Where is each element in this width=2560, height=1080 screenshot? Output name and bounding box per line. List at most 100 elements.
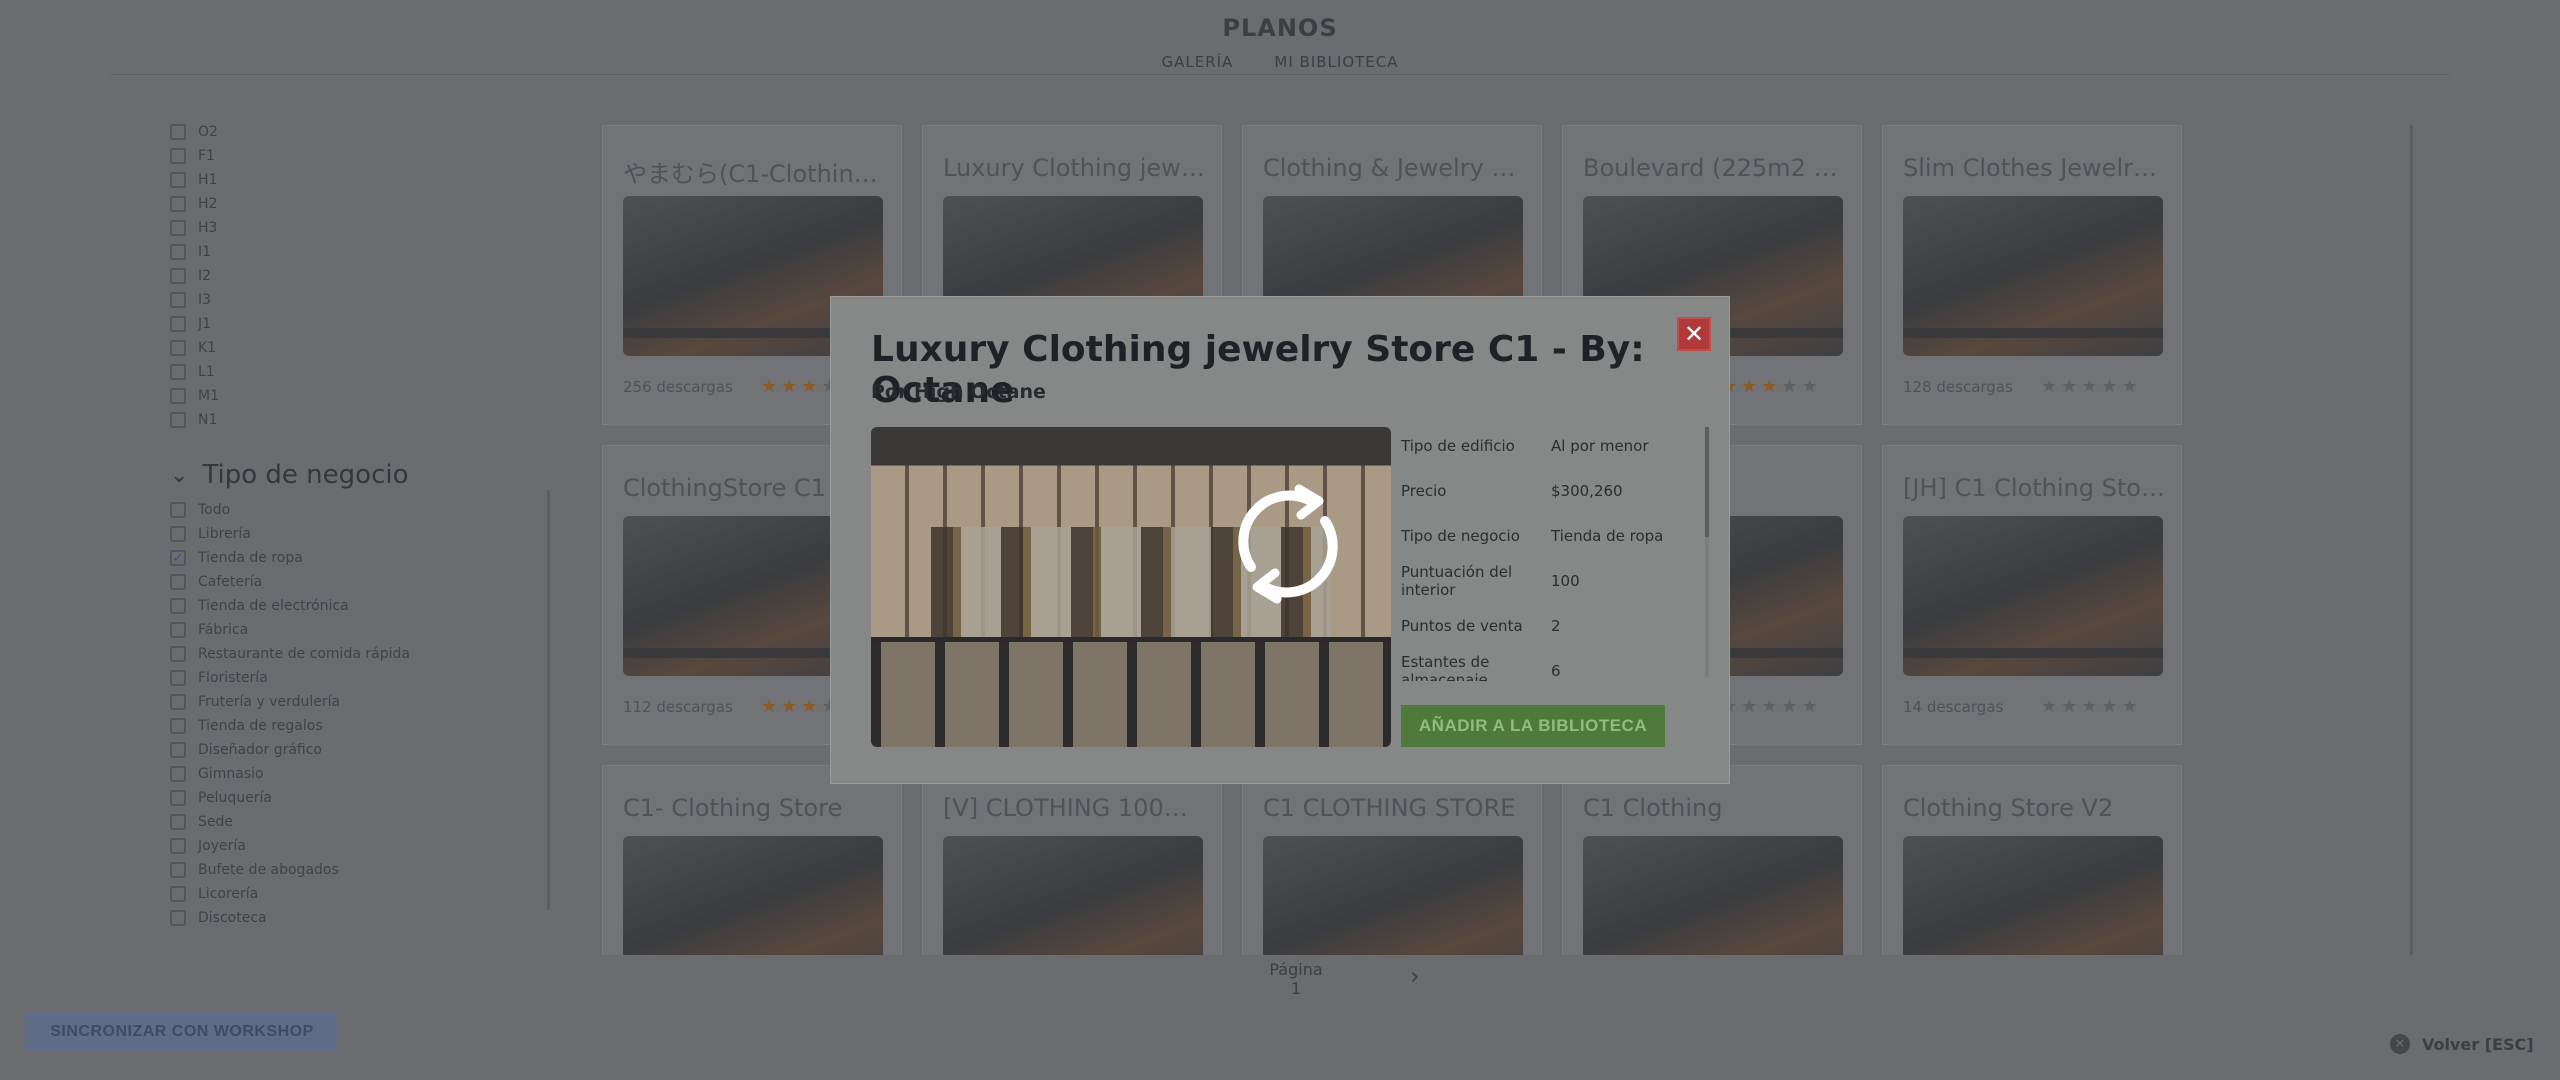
card-title: Luxury Clothing jewelry Store C1 [943,154,1205,182]
filter-label: Todo [198,502,231,518]
modal-author: Por High Octane [871,381,1046,403]
checkbox[interactable] [170,148,186,164]
checkbox[interactable] [170,364,186,380]
add-to-library-button[interactable]: AÑADIR A LA BIBLIOTECA [1401,705,1665,747]
location-filter-item[interactable]: H1 [170,168,550,192]
checkbox[interactable] [170,340,186,356]
location-filter-item[interactable]: O2 [170,120,550,144]
sidebar-scrollbar[interactable] [547,490,550,910]
blueprint-card[interactable]: [JH] C1 Clothing Store 14 descargas ★★★★★ [1882,445,2182,745]
business-filter-item[interactable]: Floristería [170,666,550,690]
business-type-section-header[interactable]: ⌄ Tipo de negocio [170,460,550,490]
checkbox[interactable] [170,598,186,614]
checkbox[interactable] [170,862,186,878]
business-filter-item[interactable]: Cafetería [170,570,550,594]
filter-label: Discoteca [198,910,267,926]
star-icon: ★ [2121,376,2142,397]
location-filter-item[interactable]: I1 [170,240,550,264]
scrollbar-thumb[interactable] [1705,427,1709,537]
checkbox[interactable] [170,886,186,902]
checkbox[interactable] [170,742,186,758]
checkbox[interactable] [170,316,186,332]
filter-label: Librería [198,526,251,542]
checkbox[interactable] [170,790,186,806]
location-filter-item[interactable]: J1 [170,312,550,336]
location-filter-item[interactable]: H2 [170,192,550,216]
checkbox[interactable] [170,220,186,236]
card-title: Clothing Store V2 [1903,794,2114,822]
business-filter-item[interactable]: Joyería [170,834,550,858]
star-icon: ★ [1741,376,1762,397]
business-filter-item[interactable]: Peluquería [170,786,550,810]
business-filter-item[interactable]: Librería [170,522,550,546]
checkbox[interactable] [170,388,186,404]
business-filter-item[interactable]: Restaurante de comida rápida [170,642,550,666]
properties-scrollbar[interactable] [1705,427,1709,677]
checkbox[interactable] [170,910,186,926]
checkbox[interactable] [170,814,186,830]
checkbox[interactable] [170,574,186,590]
star-icon: ★ [1801,376,1822,397]
checkbox[interactable] [170,268,186,284]
checkbox[interactable] [170,292,186,308]
next-page-chevron-icon[interactable]: › [1410,962,1420,990]
blueprint-card[interactable]: Clothing Store V2★★★★★ [1882,765,2182,955]
grid-scrollbar[interactable] [2410,125,2413,955]
checkbox[interactable] [170,718,186,734]
chevron-down-icon: ⌄ [170,462,189,488]
location-filter-item[interactable]: M1 [170,384,550,408]
blueprint-card[interactable]: C1 CLOTHING STORE★★★★★ [1242,765,1542,955]
business-filter-item[interactable]: Diseñador gráfico [170,738,550,762]
blueprint-card[interactable]: C1- Clothing Store★★★★★ [602,765,902,955]
checkbox[interactable] [170,766,186,782]
business-filter-item[interactable]: Frutería y verdulería [170,690,550,714]
location-filter-item[interactable]: H3 [170,216,550,240]
business-filter-item[interactable]: Sede [170,810,550,834]
checkbox-checked[interactable]: ✓ [170,550,186,566]
business-filter-item[interactable]: Licorería [170,882,550,906]
blueprint-card[interactable]: Slim Clothes Jewelry Store 128 descargas ★… [1882,125,2182,425]
checkbox[interactable] [170,670,186,686]
location-filter-item[interactable]: N1 [170,408,550,432]
checkbox[interactable] [170,526,186,542]
location-filter-item[interactable]: I2 [170,264,550,288]
checkbox[interactable] [170,124,186,140]
business-filter-item[interactable]: ✓ Tienda de ropa [170,546,550,570]
star-icon: ★ [761,696,782,717]
business-filter-item[interactable]: Tienda de regalos [170,714,550,738]
checkbox[interactable] [170,838,186,854]
business-filter-item[interactable]: Fábrica [170,618,550,642]
checkbox[interactable] [170,646,186,662]
checkbox[interactable] [170,196,186,212]
tab-my-library[interactable]: MI BIBLIOTECA [1274,53,1398,71]
checkbox[interactable] [170,622,186,638]
star-icon: ★ [2041,696,2062,717]
location-filter-item[interactable]: K1 [170,336,550,360]
location-filter-item[interactable]: F1 [170,144,550,168]
star-icon: ★ [2101,376,2122,397]
filter-label: I1 [198,244,212,260]
blueprint-card[interactable]: [V] CLOTHING 100% Interior★★★★★ [922,765,1222,955]
location-filter-item[interactable]: I3 [170,288,550,312]
sync-workshop-button[interactable]: SINCRONIZAR CON WORKSHOP [26,1012,338,1052]
checkbox[interactable] [170,172,186,188]
location-filter-item[interactable]: L1 [170,360,550,384]
property-label: Puntos de venta [1401,616,1523,635]
filter-label: H2 [198,196,218,212]
checkbox[interactable] [170,412,186,428]
blueprint-card[interactable]: C1 Clothing★★★★★ [1562,765,1862,955]
business-filter-item[interactable]: Todo [170,498,550,522]
reload-icon[interactable] [1223,479,1353,609]
filter-label: Restaurante de comida rápida [198,646,410,662]
business-filter-item[interactable]: Tienda de electrónica [170,594,550,618]
business-filter-item[interactable]: Bufete de abogados [170,858,550,882]
business-filter-item[interactable]: Gimnasio [170,762,550,786]
checkbox[interactable] [170,502,186,518]
back-button[interactable]: ✕ Volver [ESC] [2390,1034,2534,1054]
filter-label: I3 [198,292,212,308]
checkbox[interactable] [170,694,186,710]
tab-gallery[interactable]: GALERÍA [1161,53,1233,71]
business-filter-item[interactable]: Discoteca [170,906,550,930]
checkbox[interactable] [170,244,186,260]
property-value: 100 [1551,571,1580,590]
